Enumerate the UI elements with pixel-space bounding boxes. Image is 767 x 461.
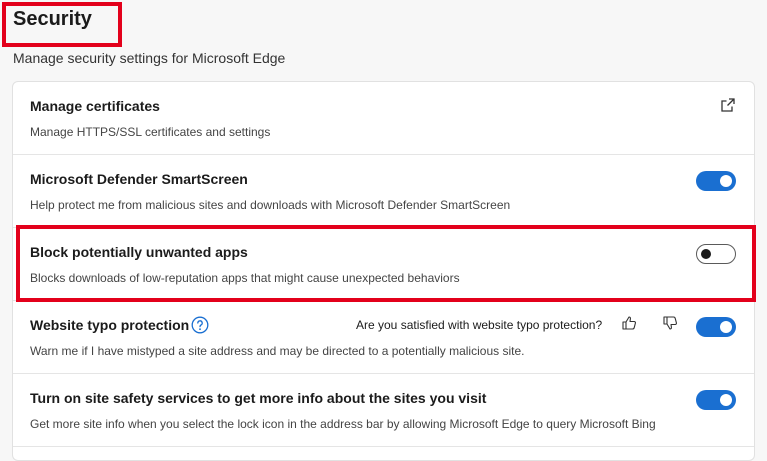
external-link-icon[interactable] (720, 97, 736, 113)
thumbs-down-icon[interactable] (662, 315, 678, 331)
setting-title: Website typo protection (30, 317, 190, 333)
site-safety-services-toggle[interactable] (696, 390, 736, 410)
setting-title: Turn on site safety services to get more… (30, 390, 487, 406)
toggle-knob (720, 394, 732, 406)
setting-description: Manage HTTPS/SSL certificates and settin… (30, 125, 271, 139)
thumbs-up-icon[interactable] (621, 315, 637, 331)
setting-smartscreen: Microsoft Defender SmartScreen Help prot… (13, 155, 754, 228)
toggle-knob (720, 321, 732, 333)
block-unwanted-apps-highlight-box (16, 225, 756, 302)
feedback-question: Are you satisfied with website typo prot… (356, 318, 603, 332)
setting-title: Manage certificates (30, 98, 160, 114)
setting-title: Microsoft Defender SmartScreen (30, 171, 248, 187)
smartscreen-toggle[interactable] (696, 171, 736, 191)
setting-manage-certificates[interactable]: Manage certificates Manage HTTPS/SSL cer… (13, 82, 754, 155)
setting-site-safety-services: Turn on site safety services to get more… (13, 374, 754, 447)
page-subtitle: Manage security settings for Microsoft E… (13, 50, 286, 66)
setting-description: Help protect me from malicious sites and… (30, 198, 511, 212)
toggle-knob (720, 175, 732, 187)
title-highlight-box (2, 2, 122, 47)
setting-description: Warn me if I have mistyped a site addres… (30, 344, 525, 358)
help-icon[interactable] (191, 316, 209, 334)
setting-website-typo-protection: Website typo protection Are you satisfie… (13, 301, 754, 374)
website-typo-protection-toggle[interactable] (696, 317, 736, 337)
setting-description: Get more site info when you select the l… (30, 417, 656, 431)
